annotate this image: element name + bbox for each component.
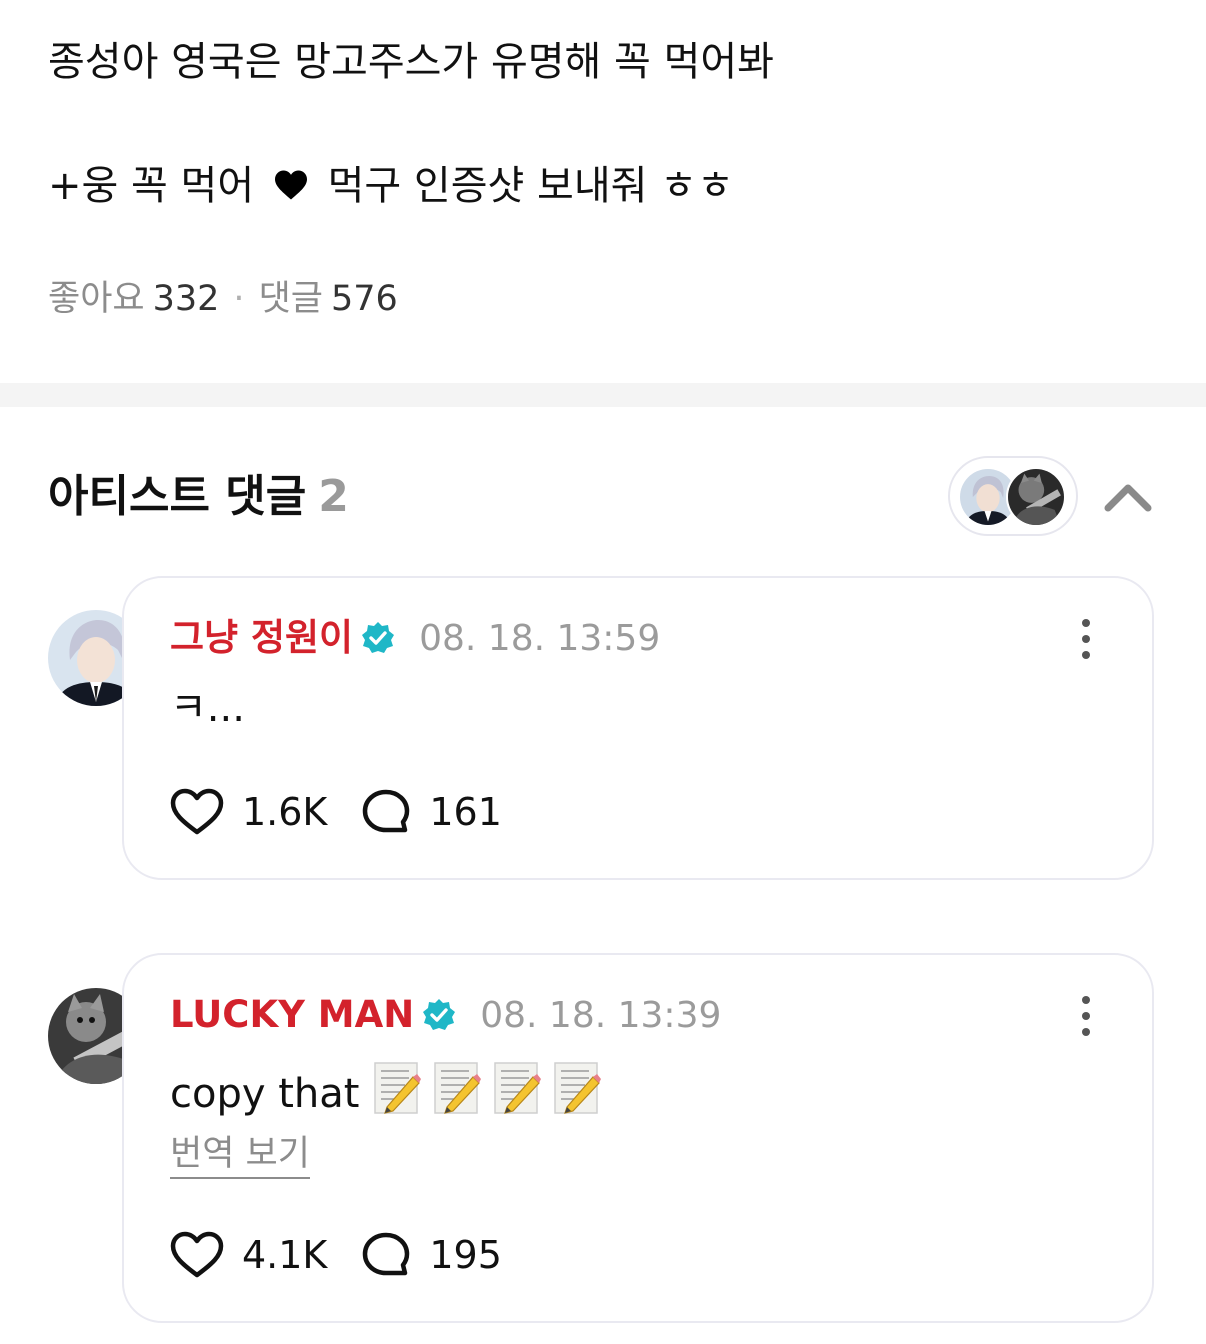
comments-label[interactable]: 댓글	[259, 279, 323, 319]
heart-emoji-icon	[274, 170, 307, 200]
stats-separator: ·	[233, 279, 245, 319]
post-stats: 좋아요 332 · 댓글 576	[48, 276, 398, 322]
artist-comments-title-text: 아티스트 댓글	[48, 471, 307, 522]
like-count: 4.1K	[242, 1233, 328, 1277]
likes-count: 332	[152, 279, 220, 319]
post-text-line-1: 종성아 영국은 망고주스가 유명해 꼭 먹어봐	[48, 39, 774, 85]
memo-icon	[434, 1062, 482, 1114]
comment-actions: 4.1K 195	[170, 1231, 536, 1279]
memo-icon	[494, 1062, 542, 1114]
post-text-line-2-end: 먹구 인증샷 보내줘 ㅎㅎ	[327, 163, 734, 209]
comment-time: 08. 18. 13:39	[480, 995, 722, 1036]
verified-badge-icon	[362, 622, 395, 653]
memo-icon	[374, 1062, 422, 1114]
comment-text-body: copy that	[170, 1071, 360, 1117]
comment-actions: 1.6K 161	[170, 788, 536, 836]
comment-header: LUCKY MAN 08. 18. 13:39	[170, 991, 721, 1040]
reply-count: 195	[429, 1233, 502, 1277]
comment-card: LUCKY MAN 08. 18. 13:39 copy that 번역 보기 …	[122, 953, 1154, 1323]
more-options-icon[interactable]	[1076, 995, 1096, 1037]
comment-text: ㅋ...	[170, 685, 245, 731]
collapse-chevron-up-icon[interactable]	[1098, 470, 1158, 526]
reply-bubble-icon[interactable]	[361, 1231, 411, 1279]
author-name[interactable]: LUCKY MAN	[170, 993, 414, 1036]
comment-time: 08. 18. 13:59	[419, 618, 661, 659]
verified-badge-icon	[423, 999, 456, 1030]
memo-icon	[554, 1062, 602, 1114]
post-text-line-2: +웅 꼭 먹어 먹구 인증샷 보내줘 ㅎㅎ	[48, 160, 734, 212]
artist-avatars-pill[interactable]	[948, 456, 1078, 536]
heart-outline-icon[interactable]	[170, 788, 224, 836]
translate-link[interactable]: 번역 보기	[170, 1131, 310, 1179]
reply-count: 161	[429, 790, 502, 834]
artist-comments-title: 아티스트 댓글 2	[48, 468, 349, 526]
comment-text: copy that	[170, 1061, 613, 1128]
comments-count[interactable]: 576	[331, 279, 398, 319]
more-options-icon[interactable]	[1076, 618, 1096, 660]
artist-comments-count: 2	[318, 471, 349, 522]
post-text-line-2-start: +웅 꼭 먹어	[48, 163, 255, 209]
artist-avatar-mini-2	[1006, 467, 1066, 527]
section-divider	[0, 383, 1206, 407]
heart-outline-icon[interactable]	[170, 1231, 224, 1279]
likes-label: 좋아요	[48, 279, 145, 319]
memo-emoji-row	[373, 1061, 613, 1128]
like-count: 1.6K	[242, 790, 328, 834]
comment-card: 그냥 정원이 08. 18. 13:59 ㅋ... 1.6K 161	[122, 576, 1154, 880]
reply-bubble-icon[interactable]	[361, 788, 411, 836]
comment-header: 그냥 정원이 08. 18. 13:59	[170, 614, 660, 663]
author-name[interactable]: 그냥 정원이	[170, 616, 353, 659]
